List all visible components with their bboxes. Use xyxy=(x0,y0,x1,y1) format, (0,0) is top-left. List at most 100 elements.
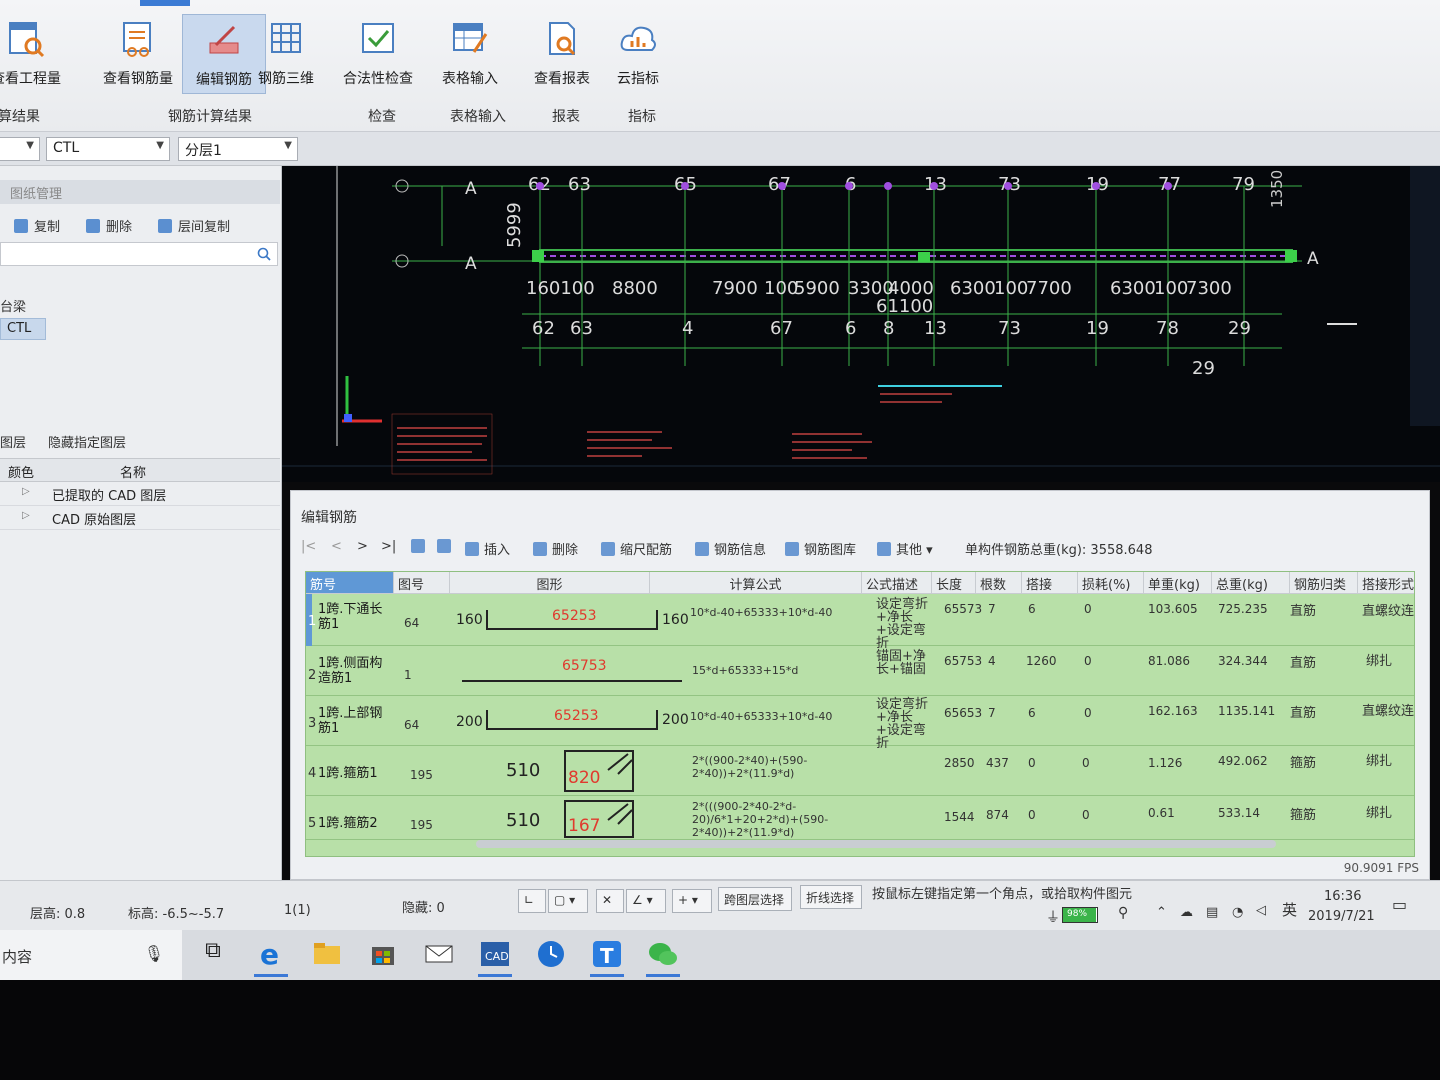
bar-name[interactable]: 1跨.侧面构造筋1 xyxy=(318,656,392,686)
file-explorer-icon[interactable] xyxy=(310,938,344,970)
wifi-icon[interactable]: ◔ xyxy=(1232,905,1243,920)
rebar-type[interactable]: 箍筋 xyxy=(1290,804,1316,823)
category-select[interactable]: ▼ xyxy=(0,137,40,161)
figure-no[interactable]: 195 xyxy=(410,818,433,832)
cloud-index-button[interactable]: 云指标 xyxy=(596,14,680,94)
insert-button[interactable]: 插入 xyxy=(465,539,510,558)
edge-icon[interactable]: e xyxy=(254,938,288,977)
length[interactable]: 65753 xyxy=(944,654,982,668)
other-menu-button[interactable]: 其他 ▾ xyxy=(877,539,933,558)
col-header[interactable]: 总重(kg) xyxy=(1212,572,1290,594)
validity-check-button[interactable]: 合法性检查 xyxy=(336,14,420,94)
layer-tab[interactable]: 图层 xyxy=(0,432,26,451)
lap-type[interactable]: 直螺纹连 xyxy=(1362,700,1414,719)
layer-row-extracted[interactable]: ▷ 已提取的 CAD 图层 xyxy=(0,482,280,506)
col-header[interactable]: 公式描述 xyxy=(862,572,932,594)
figure-no[interactable]: 1 xyxy=(404,668,412,682)
rebar-type[interactable]: 箍筋 xyxy=(1290,752,1316,771)
view-report-button[interactable]: 查看报表 xyxy=(520,14,604,94)
bar-name[interactable]: 1跨.上部钢筋1 xyxy=(318,706,392,736)
col-header[interactable]: 图形 xyxy=(450,572,650,594)
lap[interactable]: 0 xyxy=(1028,808,1036,822)
count[interactable]: 7 xyxy=(988,602,996,616)
lap-type[interactable]: 绑扎 xyxy=(1366,802,1392,821)
bar-name[interactable]: 1跨.箍筋1 xyxy=(318,766,398,781)
first-record-button[interactable]: |< xyxy=(301,539,316,554)
loss[interactable]: 0 xyxy=(1084,706,1092,720)
figure-no[interactable]: 64 xyxy=(404,616,419,630)
prev-record-button[interactable]: < xyxy=(331,539,342,554)
task-view-icon[interactable]: ⧉ xyxy=(196,938,230,970)
count[interactable]: 4 xyxy=(988,654,996,668)
component-select[interactable]: CTL ▼ xyxy=(46,137,170,161)
col-header[interactable]: 单重(kg) xyxy=(1144,572,1212,594)
length[interactable]: 65573 xyxy=(944,602,982,616)
view-rebar-button[interactable]: 查看钢筋量 xyxy=(96,14,180,94)
expand-arrow-icon[interactable]: ▷ xyxy=(22,510,30,521)
col-header[interactable]: 钢筋归类 xyxy=(1290,572,1358,594)
people-icon[interactable]: ⚲ xyxy=(1118,905,1128,921)
figure-no[interactable]: 64 xyxy=(404,718,419,732)
notification-icon[interactable]: ▭ xyxy=(1392,895,1407,914)
count[interactable]: 874 xyxy=(986,808,1009,822)
hide-layer-tab[interactable]: 隐藏指定图层 xyxy=(48,432,126,451)
rebar-type[interactable]: 直筋 xyxy=(1290,702,1316,721)
microphone-icon[interactable]: 🎙 xyxy=(144,944,164,963)
col-header[interactable]: 根数 xyxy=(976,572,1022,594)
rebar-type[interactable]: 直筋 xyxy=(1290,600,1316,619)
clock-time[interactable]: 16:36 xyxy=(1324,889,1361,904)
length[interactable]: 2850 xyxy=(944,756,975,770)
gtj-app-icon[interactable]: CAD xyxy=(478,938,512,977)
horizontal-scrollbar[interactable] xyxy=(476,840,1276,848)
cad-viewport[interactable]: A A A 5999 1350 62 63 65 67 6 13 73 19 7… xyxy=(282,166,1440,482)
col-header[interactable]: 损耗(%) xyxy=(1078,572,1144,594)
component-tag-ctl[interactable]: CTL xyxy=(0,318,46,340)
delete-button[interactable]: 删除 xyxy=(86,216,132,235)
store-icon[interactable] xyxy=(366,938,400,970)
cloud-tray-icon[interactable]: ☁ xyxy=(1180,905,1193,920)
rebar-type[interactable]: 直筋 xyxy=(1290,652,1316,671)
floor-select[interactable]: 分层1 ▼ xyxy=(178,137,298,161)
select-box-dropdown[interactable]: ▢ ▾ xyxy=(548,889,588,913)
col-header[interactable]: 搭接形式 xyxy=(1358,572,1414,594)
lap[interactable]: 1260 xyxy=(1026,654,1057,668)
calc-formula[interactable]: 10*d-40+65333+10*d-40 xyxy=(690,710,858,723)
table-input-button[interactable]: 表格输入 xyxy=(428,14,512,94)
col-header[interactable]: 筋号 xyxy=(306,572,394,594)
table-row[interactable]: 3 1跨.上部钢筋1 64 200 65253 200 10*d-40+6533… xyxy=(306,696,1414,750)
ortho-toggle[interactable]: ∟ xyxy=(518,889,546,913)
last-record-button[interactable]: >| xyxy=(381,539,396,554)
length[interactable]: 1544 xyxy=(944,810,975,824)
taskbar-search[interactable]: 内容 🎙 xyxy=(0,930,182,980)
calc-formula[interactable]: 2*(((900-2*40-2*d-20)/6*1+20+2*d)+(590-2… xyxy=(692,800,860,839)
loss[interactable]: 0 xyxy=(1082,808,1090,822)
calc-formula[interactable]: 15*d+65333+15*d xyxy=(692,664,858,677)
wechat-icon[interactable] xyxy=(646,938,680,977)
bar-name[interactable]: 1跨.下通长筋1 xyxy=(318,602,392,632)
snap-dropdown[interactable]: + ▾ xyxy=(672,889,712,913)
layer-row-original[interactable]: ▷ CAD 原始图层 xyxy=(0,506,280,530)
next-record-button[interactable]: > xyxy=(357,539,368,554)
move-up-button[interactable] xyxy=(411,539,430,555)
clock-app-icon[interactable] xyxy=(534,938,568,970)
ime-indicator[interactable]: 英 xyxy=(1282,899,1297,920)
expand-arrow-icon[interactable]: ▷ xyxy=(22,486,30,497)
count[interactable]: 7 xyxy=(988,706,996,720)
length[interactable]: 65653 xyxy=(944,706,982,720)
angle-dropdown[interactable]: ∠ ▾ xyxy=(626,889,666,913)
t-app-icon[interactable]: T xyxy=(590,938,624,977)
col-header[interactable]: 计算公式 xyxy=(650,572,862,594)
cross-select-toggle[interactable]: ✕ xyxy=(596,889,624,913)
delete-row-button[interactable]: 删除 xyxy=(533,539,578,558)
figure-no[interactable]: 195 xyxy=(410,768,433,782)
calc-formula[interactable]: 10*d-40+65333+10*d-40 xyxy=(690,606,858,619)
table-row[interactable]: 4 1跨.箍筋1 195 510 820 2*((900-2*40)+(590-… xyxy=(306,746,1414,796)
lap[interactable]: 6 xyxy=(1028,706,1036,720)
lap-type[interactable]: 绑扎 xyxy=(1366,650,1392,669)
loss[interactable]: 0 xyxy=(1082,756,1090,770)
col-header[interactable]: 长度 xyxy=(932,572,976,594)
table-row[interactable]: 1 1跨.下通长筋1 64 160 65253 160 10*d-40+6533… xyxy=(306,594,1414,650)
floor-copy-button[interactable]: 层间复制 xyxy=(158,216,230,235)
volume-icon[interactable]: ◁ xyxy=(1256,903,1266,918)
mail-icon[interactable] xyxy=(422,938,456,970)
